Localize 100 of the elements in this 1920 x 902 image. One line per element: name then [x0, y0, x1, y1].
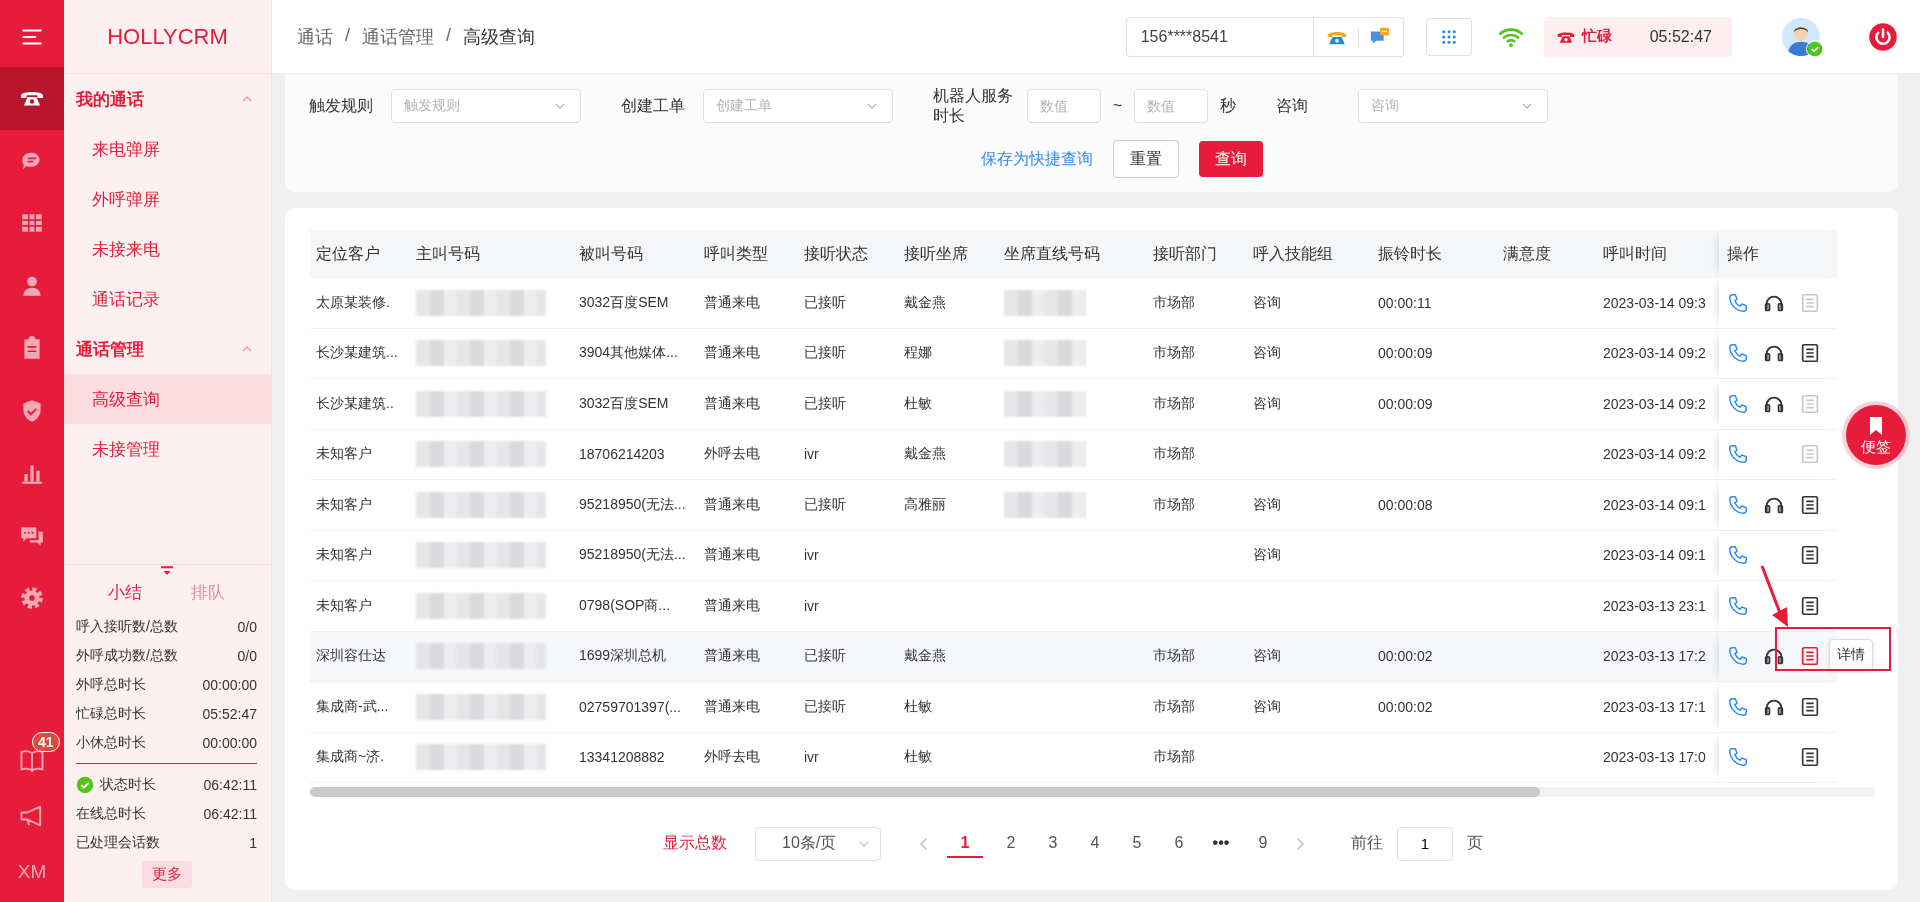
table-cell: ivr [804, 446, 819, 463]
table-cell: ivr [804, 547, 819, 564]
menu-item[interactable]: 外呼弹屏 [64, 174, 271, 224]
page-suffix: 页 [1467, 833, 1483, 853]
table-cell: 深圳容仕达 [316, 647, 386, 666]
menu-item[interactable]: 来电弹屏 [64, 124, 271, 174]
table-cell: 2023-03-14 09:3 [1603, 294, 1706, 311]
table-cell: 00:00:09 [1378, 345, 1433, 362]
number-input[interactable]: 数值 [1134, 89, 1209, 123]
page-number[interactable]: 4 [1081, 829, 1109, 858]
column-header: 操作 [1727, 243, 1759, 264]
power-icon[interactable] [1868, 21, 1898, 52]
table-cell: 市场部 [1153, 647, 1195, 666]
stat-label: 忙碌总时长 [76, 704, 147, 723]
table-cell: 杜敏 [904, 394, 932, 413]
document-icon[interactable] [1799, 695, 1821, 718]
column-header: 呼入技能组 [1253, 243, 1333, 264]
stat-label: 外呼成功数/总数 [76, 646, 179, 665]
page-size-select[interactable]: 10条/页 [755, 826, 881, 861]
status-timer: 05:52:47 [1649, 27, 1712, 46]
menu-group-header[interactable]: 通话管理 [64, 324, 271, 374]
menu-item[interactable]: 通话记录 [64, 274, 271, 324]
table-row[interactable]: 未知客户 95218950(无法... 普通来电 ivr 咨询 2023-03-14 09:1 [310, 530, 1837, 581]
more-button[interactable]: 更多 [141, 861, 192, 888]
summary-tab[interactable]: 小结 [100, 577, 151, 608]
table-row[interactable]: 集成商~济. 13341208882 外呼去电 ivr 杜敏 市场部 2023-03-13 17:0 [310, 732, 1837, 783]
stat-label: 在线总时长 [76, 804, 147, 823]
table-row[interactable]: 集成商-武... 02759701397(... 普通来电 已接听 杜敏 市场部 咨询 00:00:02 2023-03-13 17:1 [310, 682, 1837, 733]
status-pill[interactable]: 忙碌 05:52:47 [1543, 16, 1732, 57]
table-cell: 02759701397(... [579, 698, 681, 715]
table-cell: 普通来电 [704, 344, 760, 363]
reset-button[interactable]: 重置 [1112, 140, 1179, 178]
phone-number-field[interactable]: 156****8541 [1125, 16, 1314, 57]
table-row[interactable]: 未知客户 95218950(无法... 普通来电 已接听 高雅丽 市场部 咨询 00:00:08 2023-03-14 09:1 [310, 480, 1837, 531]
page-number[interactable]: 5 [1123, 829, 1151, 858]
dialpad-button[interactable] [1425, 17, 1472, 56]
table-cell: 3904其他媒体... [579, 344, 678, 363]
document-icon[interactable] [1799, 493, 1821, 516]
phone-icon[interactable] [1727, 342, 1749, 365]
breadcrumb-current: 高级查询 [463, 25, 536, 49]
number-input[interactable]: 数值 [1027, 89, 1101, 123]
page-number[interactable]: 1 [947, 829, 983, 858]
table-cell: 18706214203 [579, 446, 665, 463]
phone-icon[interactable] [1727, 645, 1749, 668]
stat-value: 0/0 [237, 647, 257, 664]
phone-icon[interactable] [1727, 493, 1749, 516]
column-header: 主叫号码 [416, 243, 480, 264]
table-cell: 市场部 [1153, 445, 1195, 464]
table-cell: 已接听 [804, 293, 846, 312]
document-icon[interactable] [1799, 342, 1821, 365]
table-row[interactable]: 长沙某建筑.. 3032百度SEM 普通来电 已接听 杜敏 市场部 咨询 00:00:09 2023-03-14 09:2 [310, 379, 1837, 430]
phone-icon[interactable] [1727, 544, 1749, 567]
document-icon[interactable] [1799, 594, 1821, 617]
stat-value: 1 [249, 834, 257, 851]
table-cell: 未知客户 [316, 596, 372, 615]
menu-item[interactable]: 高级查询 [64, 374, 271, 424]
settings-icon [19, 585, 45, 612]
page-number-input[interactable]: 1 [1397, 826, 1453, 861]
document-icon[interactable] [1799, 746, 1821, 769]
table-cell: 普通来电 [704, 394, 760, 413]
field-label: 咨询 [1276, 95, 1310, 116]
table-cell: 普通来电 [704, 596, 760, 615]
search-button[interactable]: 查询 [1198, 141, 1263, 177]
menu-item[interactable]: 未接来电 [64, 224, 271, 274]
table-row[interactable]: 太原某装修. 3032百度SEM 普通来电 已接听 戴金燕 市场部 咨询 00:00:11 2023-03-14 09:3 [310, 278, 1837, 329]
table-cell: 程娜 [904, 344, 932, 363]
phone-icon[interactable] [1727, 291, 1749, 314]
menu-item[interactable]: 未接管理 [64, 424, 271, 474]
page-number[interactable]: 9 [1249, 829, 1277, 858]
page-number[interactable]: 2 [997, 829, 1025, 858]
document-icon[interactable] [1799, 544, 1821, 567]
scrollbar[interactable] [310, 787, 1540, 797]
more-pages-button[interactable]: ••• [1207, 829, 1235, 858]
breadcrumb-link[interactable]: 通话管理 [362, 24, 434, 49]
page-number[interactable]: 6 [1165, 829, 1193, 858]
page-number[interactable]: 3 [1039, 829, 1067, 858]
app-logo: HOLLYCRM [107, 23, 228, 50]
table-cell: 00:00:08 [1378, 496, 1433, 513]
menu-group-header[interactable]: 我的通话 [64, 74, 271, 124]
table-row[interactable]: 未知客户 0798(SOP商... 普通来电 ivr 2023-03-13 23:1 [310, 581, 1837, 632]
table-cell: 戴金燕 [904, 293, 946, 312]
table-cell: 长沙某建筑... [316, 344, 398, 363]
unit-label: 秒 [1220, 95, 1237, 116]
column-header: 被叫号码 [579, 243, 643, 264]
table-row[interactable]: 未知客户 18706214203 外呼去电 ivr 戴金燕 市场部 2023-03-14 09:2 [310, 429, 1837, 480]
range-separator: ~ [1113, 97, 1123, 115]
breadcrumb-link[interactable]: 通话 [297, 24, 333, 49]
phone-icon[interactable] [1727, 594, 1749, 617]
table-cell: 普通来电 [704, 647, 760, 666]
phone-icon[interactable] [1727, 695, 1749, 718]
phone-icon[interactable] [1727, 443, 1749, 466]
phone-icon[interactable] [1727, 746, 1749, 769]
total-count-label: 显示总数 [663, 833, 727, 853]
column-header: 接听状态 [804, 243, 868, 264]
table-row[interactable]: 长沙某建筑... 3904其他媒体... 普通来电 已接听 程娜 市场部 咨询 00:00:09 2023-03-14 09:2 [310, 328, 1837, 379]
table-cell: 已接听 [804, 344, 846, 363]
table-cell: 市场部 [1153, 344, 1195, 363]
phone-icon[interactable] [1727, 392, 1749, 415]
nav-rail-item[interactable] [0, 67, 64, 130]
table-cell: 95218950(无法... [579, 495, 686, 514]
